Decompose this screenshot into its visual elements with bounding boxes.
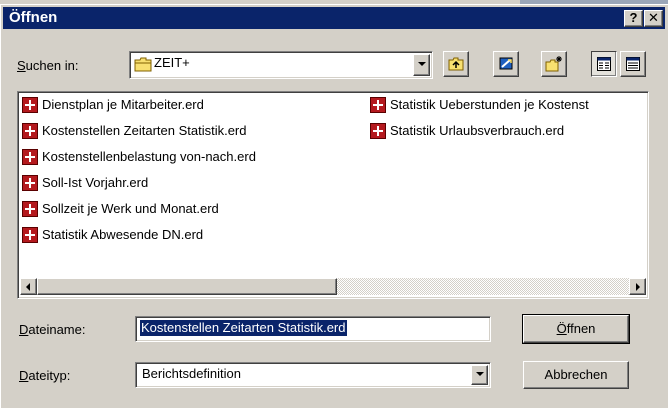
filename-input[interactable]: Kostenstellen Zeitarten Statistik.erd xyxy=(135,316,491,342)
folder-up-icon xyxy=(448,57,464,71)
list-view-icon xyxy=(597,57,611,71)
list-view-button[interactable] xyxy=(591,51,617,77)
list-item[interactable]: Statistik Ueberstunden je Kostenst xyxy=(370,96,646,114)
report-file-icon xyxy=(370,123,386,139)
report-file-icon xyxy=(22,201,38,217)
file-name: Soll-Ist Vorjahr.erd xyxy=(42,175,149,190)
open-file-dialog: Öffnen ? ✕ Suchen in: ZEIT+ Dienstplan j… xyxy=(0,4,668,408)
title-bar[interactable]: Öffnen ? ✕ xyxy=(3,7,665,29)
look-in-value: ZEIT+ xyxy=(154,55,190,70)
look-in-dropdown-button[interactable] xyxy=(413,54,430,76)
horizontal-scrollbar[interactable] xyxy=(20,278,646,295)
scroll-track[interactable] xyxy=(337,278,629,295)
file-name: Statistik Ueberstunden je Kostenst xyxy=(390,97,589,112)
new-folder-icon xyxy=(545,56,562,72)
chevron-down-icon xyxy=(476,372,484,376)
file-name: Statistik Urlaubsverbrauch.erd xyxy=(390,123,565,138)
file-name: Kostenstellen Zeitarten Statistik.erd xyxy=(42,123,247,138)
close-icon: ✕ xyxy=(648,10,659,25)
look-in-label: Suchen in: xyxy=(17,58,79,73)
report-file-icon xyxy=(22,175,38,191)
filetype-label: Dateityp: xyxy=(19,368,71,383)
file-name: Statistik Abwesende DN.erd xyxy=(42,227,204,242)
details-view-button[interactable] xyxy=(620,51,646,77)
arrow-right-icon xyxy=(636,283,640,291)
up-one-level-button[interactable] xyxy=(443,51,469,77)
file-list[interactable]: Dienstplan je Mitarbeiter.erd Kostenstel… xyxy=(17,91,649,299)
file-name: Kostenstellenbelastung von-nach.erd xyxy=(42,149,256,164)
filename-value: Kostenstellen Zeitarten Statistik.erd xyxy=(140,320,347,336)
filetype-select[interactable]: Berichtsdefinition xyxy=(135,362,491,388)
scroll-right-button[interactable] xyxy=(629,278,646,295)
desktop-button[interactable] xyxy=(493,51,519,77)
chevron-down-icon xyxy=(418,62,426,66)
report-file-icon xyxy=(22,149,38,165)
report-file-icon xyxy=(22,227,38,243)
scroll-left-button[interactable] xyxy=(20,278,37,295)
desktop-icon xyxy=(499,57,513,70)
help-button[interactable]: ? xyxy=(624,10,643,27)
scroll-thumb[interactable] xyxy=(37,278,337,295)
report-file-icon xyxy=(370,97,386,113)
look-in-combo[interactable]: ZEIT+ xyxy=(129,51,433,79)
cancel-button[interactable]: Abbrechen xyxy=(523,361,629,389)
details-view-icon xyxy=(626,57,640,71)
arrow-left-icon xyxy=(26,283,30,291)
dialog-title: Öffnen xyxy=(9,9,58,26)
report-file-icon xyxy=(22,97,38,113)
filename-label: Dateiname: xyxy=(19,322,86,337)
report-file-icon xyxy=(22,123,38,139)
filetype-value: Berichtsdefinition xyxy=(142,366,241,381)
help-icon: ? xyxy=(629,10,638,25)
file-name: Dienstplan je Mitarbeiter.erd xyxy=(42,97,204,112)
filetype-dropdown-button[interactable] xyxy=(471,365,488,385)
file-name: Sollzeit je Werk und Monat.erd xyxy=(42,201,219,216)
folder-icon xyxy=(134,57,152,72)
close-button[interactable]: ✕ xyxy=(644,10,663,27)
new-folder-button[interactable] xyxy=(541,51,567,77)
open-button[interactable]: Öffnen xyxy=(522,314,630,344)
